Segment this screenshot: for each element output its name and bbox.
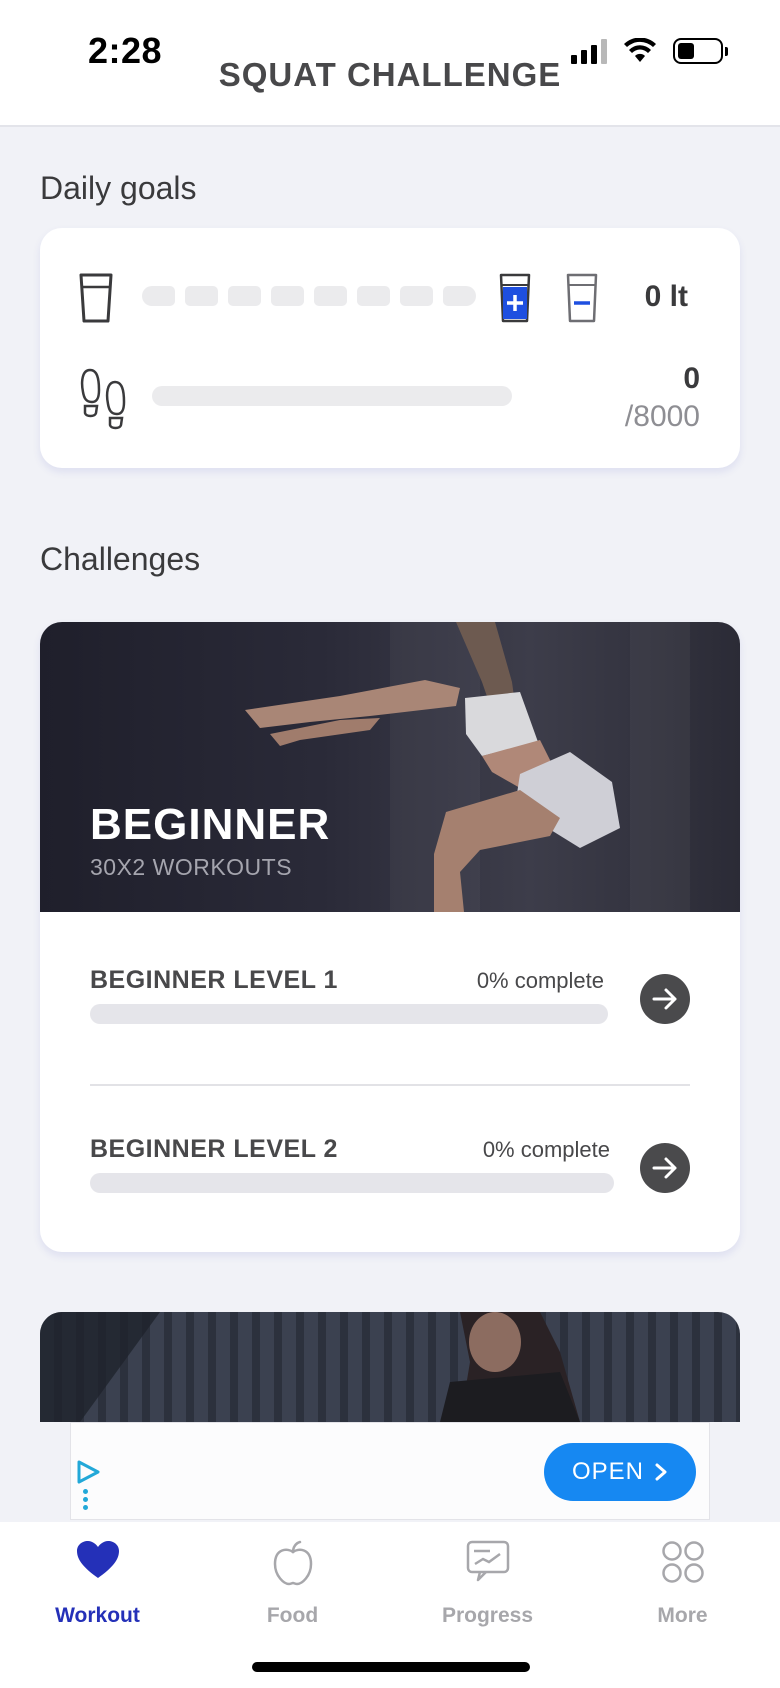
level-divider [90, 1084, 690, 1086]
home-indicator [252, 1662, 530, 1672]
tab-workout[interactable]: Workout [0, 1522, 195, 1642]
level-name: BEGINNER LEVEL 2 [90, 1135, 338, 1163]
level-1-open-button[interactable] [640, 974, 690, 1024]
add-water-button[interactable] [498, 272, 532, 324]
ad-open-button[interactable]: OPEN [544, 1443, 696, 1501]
challenges-title: Challenges [40, 541, 201, 577]
level-progress-bar [90, 1004, 608, 1024]
footsteps-icon [80, 368, 126, 430]
water-progress-bar [142, 286, 476, 306]
ad-options-icon[interactable] [83, 1489, 88, 1510]
chevron-right-icon [655, 1463, 667, 1481]
steps-count: 0 [683, 362, 700, 395]
level-complete-text: 0% complete [476, 968, 604, 993]
ad-play-icon [77, 1460, 100, 1484]
water-amount: 0 lt [644, 280, 688, 313]
challenge-subtitle: 30X2 WORKOUTS [90, 854, 293, 880]
beginner-challenge-card[interactable]: BEGINNER 30X2 WORKOUTS BEGINNER LEVEL 1 … [40, 622, 740, 1252]
steps-goal: /8000 [624, 400, 700, 433]
status-icons [571, 38, 728, 64]
steps-progress-bar [152, 386, 512, 406]
challenge-hero-image [40, 1312, 580, 1422]
tab-more[interactable]: More [585, 1522, 780, 1642]
water-glass-icon [79, 273, 113, 323]
apple-icon [273, 1540, 312, 1586]
tab-label: Food [266, 1604, 319, 1627]
challenge-title: BEGINNER [90, 800, 331, 849]
grid-icon [661, 1541, 704, 1583]
second-challenge-card[interactable] [40, 1312, 740, 1422]
tab-progress[interactable]: Progress [390, 1522, 585, 1642]
level-row[interactable]: BEGINNER LEVEL 1 0% complete [90, 966, 690, 1046]
battery-icon [673, 38, 728, 64]
tab-food[interactable]: Food [195, 1522, 390, 1642]
level-progress-bar [90, 1173, 614, 1193]
progress-chart-icon [466, 1540, 509, 1582]
challenge-hero-image[interactable]: BEGINNER 30X2 WORKOUTS [40, 622, 740, 912]
daily-goals-card: 0 lt 0 /8000 [40, 228, 740, 468]
header: 2:28 SQUAT CHALLENGE [0, 0, 780, 127]
ad-banner[interactable]: OPEN [70, 1422, 710, 1520]
level-row[interactable]: BEGINNER LEVEL 2 0% complete [90, 1135, 690, 1215]
wifi-icon [624, 38, 656, 62]
ad-open-label: OPEN [571, 1458, 644, 1485]
arrow-right-icon [652, 1157, 677, 1179]
heart-icon [76, 1541, 119, 1578]
level-name: BEGINNER LEVEL 1 [90, 966, 338, 994]
remove-water-button[interactable] [565, 272, 599, 324]
tab-label: Progress [441, 1604, 534, 1627]
daily-goals-title: Daily goals [40, 170, 197, 206]
tab-label: More [657, 1604, 708, 1627]
arrow-right-icon [652, 988, 677, 1010]
level-2-open-button[interactable] [640, 1143, 690, 1193]
level-complete-text: 0% complete [482, 1137, 610, 1162]
cellular-signal-icon [571, 38, 607, 64]
tab-label: Workout [55, 1604, 140, 1627]
